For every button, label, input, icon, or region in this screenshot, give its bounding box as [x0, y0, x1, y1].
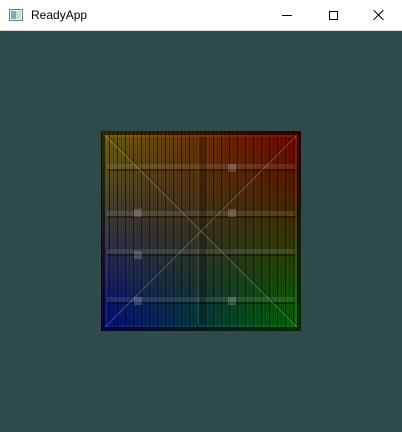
close-button[interactable]	[356, 0, 402, 30]
app-window: ReadyApp	[0, 0, 402, 432]
window-title: ReadyApp	[31, 8, 88, 22]
render-viewport[interactable]	[0, 31, 402, 432]
minimize-button[interactable]	[264, 0, 310, 30]
maximize-button[interactable]	[310, 0, 356, 30]
app-icon	[9, 9, 23, 21]
close-icon	[373, 9, 385, 21]
title-bar[interactable]: ReadyApp	[0, 0, 402, 31]
textured-crate	[101, 131, 301, 331]
minimize-icon	[282, 14, 292, 16]
maximize-icon	[328, 10, 338, 20]
